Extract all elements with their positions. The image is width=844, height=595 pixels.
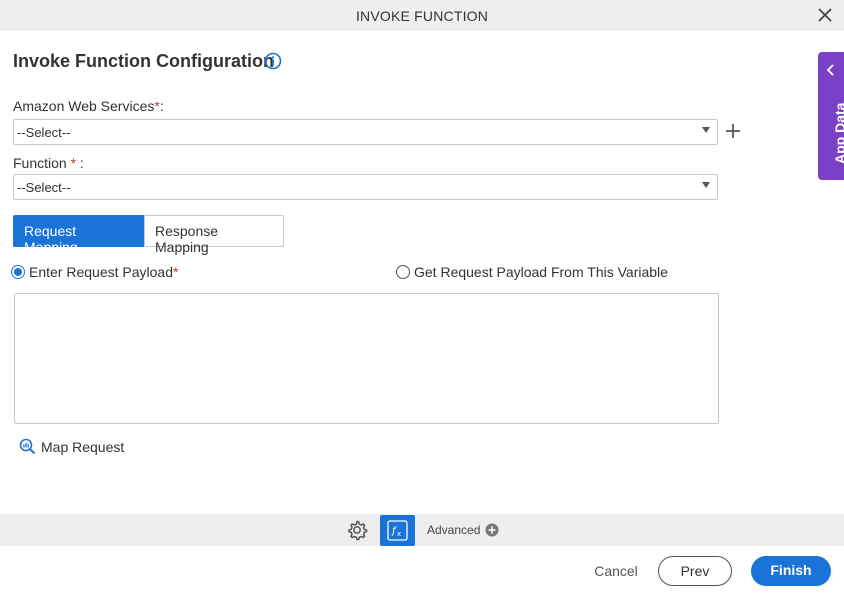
- caret-down-icon: [702, 127, 710, 133]
- close-icon[interactable]: [816, 6, 834, 24]
- page-title: Invoke Function Configuration: [13, 51, 274, 71]
- radio-enter-request-payload[interactable]: Enter Request Payload*: [11, 263, 211, 281]
- info-icon[interactable]: [264, 52, 282, 70]
- finish-button[interactable]: Finish: [751, 556, 831, 586]
- gear-icon[interactable]: [346, 519, 368, 541]
- dialog-title: INVOKE FUNCTION: [355, 8, 489, 24]
- app-data-label: App Data: [832, 102, 844, 164]
- app-data-panel-tab[interactable]: App Data: [818, 52, 844, 180]
- aws-label-text: Amazon Web Services: [13, 98, 155, 114]
- caret-down-icon: [702, 182, 710, 188]
- chevron-left-icon: [826, 64, 834, 76]
- label-colon: :: [76, 155, 84, 171]
- prev-button[interactable]: Prev: [658, 556, 732, 586]
- radio-label: Enter Request Payload*: [29, 264, 179, 280]
- circle-plus-icon[interactable]: [485, 523, 499, 537]
- dialog-titlebar: INVOKE FUNCTION: [0, 0, 844, 30]
- function-select-value: --Select--: [17, 180, 71, 195]
- function-label: Function * :: [13, 155, 84, 171]
- radio-button[interactable]: [11, 265, 25, 279]
- radio-label: Get Request Payload From This Variable: [414, 264, 668, 280]
- bottom-toolbar: f x Advanced: [0, 514, 844, 546]
- aws-label: Amazon Web Services*:: [13, 98, 164, 114]
- fx-icon: f x: [387, 520, 408, 541]
- label-colon: :: [159, 98, 164, 114]
- radio-button[interactable]: [396, 265, 410, 279]
- request-payload-textarea[interactable]: [14, 293, 719, 424]
- cancel-button[interactable]: Cancel: [584, 557, 648, 585]
- map-request-icon: [19, 438, 36, 455]
- function-select[interactable]: --Select--: [13, 174, 718, 200]
- radio-get-payload-from-variable[interactable]: Get Request Payload From This Variable: [396, 263, 686, 281]
- aws-select[interactable]: --Select--: [13, 119, 718, 145]
- map-request-label: Map Request: [41, 439, 125, 455]
- function-button[interactable]: f x: [380, 515, 415, 546]
- tab-request-mapping[interactable]: Request Mapping: [13, 215, 144, 255]
- tab-response-mapping[interactable]: Response Mapping: [144, 215, 284, 255]
- function-label-text: Function: [13, 155, 71, 171]
- advanced-link[interactable]: Advanced: [427, 523, 480, 537]
- svg-text:x: x: [397, 530, 401, 538]
- plus-icon[interactable]: [724, 122, 742, 140]
- aws-select-value: --Select--: [17, 125, 71, 140]
